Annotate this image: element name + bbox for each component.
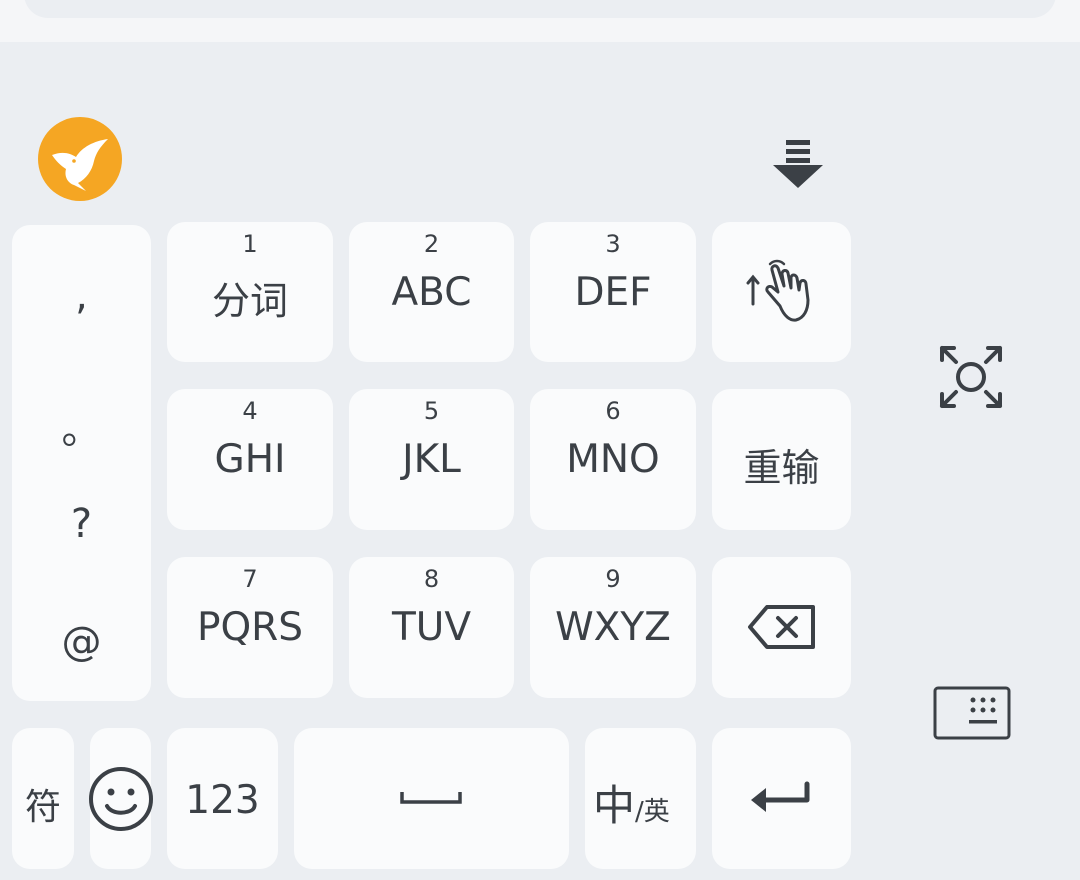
key-9[interactable]: 9 WXYZ [530, 557, 696, 698]
scan-expand-icon[interactable] [938, 344, 1004, 414]
key-4[interactable]: 4 GHI [167, 389, 333, 530]
key-number: 8 [423, 565, 440, 593]
lang-main: 中 [593, 781, 636, 830]
symbol-column[interactable]: , 。 ? @ [12, 225, 151, 701]
reinput-label: 重输 [743, 446, 820, 490]
key-number: 1 [242, 230, 258, 258]
key-label: TUV [391, 605, 472, 650]
key-8[interactable]: 8 TUV [349, 557, 514, 698]
period-key[interactable]: 。 [12, 397, 151, 455]
key-2[interactable]: 2 ABC [349, 222, 514, 362]
key-number: 5 [423, 397, 440, 425]
hand-gesture-icon [746, 258, 822, 328]
key-7[interactable]: 7 PQRS [167, 557, 333, 698]
symbol-label: 符 [24, 787, 61, 828]
key-label: MNO [566, 437, 660, 482]
key-label: PQRS [196, 605, 304, 650]
collapse-keyboard-icon[interactable] [772, 138, 824, 194]
key-number: 3 [605, 230, 621, 258]
gesture-key[interactable] [712, 222, 851, 362]
numbers-key[interactable]: 123 [167, 728, 278, 869]
language-switch-key[interactable]: 中/英 [585, 728, 696, 869]
enter-key[interactable] [712, 728, 851, 869]
numbers-label: 123 [185, 778, 260, 823]
reinput-key[interactable]: 重输 [712, 389, 851, 530]
text-input-field[interactable] [24, 0, 1056, 18]
key-number: 7 [242, 565, 258, 593]
backspace-icon [747, 603, 817, 655]
comma-key[interactable]: , [12, 273, 151, 319]
symbol-key[interactable]: 符 [12, 728, 74, 869]
key-3[interactable]: 3 DEF [530, 222, 696, 362]
key-number: 6 [605, 397, 621, 425]
at-key[interactable]: @ [12, 619, 151, 665]
key-label: 分词 [211, 279, 288, 323]
key-number: 2 [423, 230, 440, 258]
key-label: WXYZ [555, 605, 671, 650]
space-bar-icon [400, 790, 462, 810]
space-key[interactable] [294, 728, 569, 869]
key-number: 9 [605, 565, 621, 593]
key-number: 4 [242, 397, 258, 425]
key-5[interactable]: 5 JKL [349, 389, 514, 530]
enter-icon [749, 780, 813, 820]
key-label: ABC [391, 270, 472, 315]
question-key[interactable]: ? [12, 501, 151, 547]
key-label: DEF [574, 270, 652, 315]
key-label: JKL [402, 437, 461, 482]
hummingbird-logo-icon[interactable] [38, 117, 122, 201]
emoji-icon [88, 766, 154, 836]
key-label: GHI [214, 437, 286, 482]
key-6[interactable]: 6 MNO [530, 389, 696, 530]
language-label: 中/英 [593, 772, 670, 833]
input-area [0, 0, 1080, 42]
key-1[interactable]: 1 分词 [167, 222, 333, 362]
lang-alt: /英 [635, 797, 670, 827]
emoji-key[interactable] [88, 728, 154, 869]
keyboard-switch-icon[interactable] [933, 686, 1011, 744]
backspace-key[interactable] [712, 557, 851, 698]
